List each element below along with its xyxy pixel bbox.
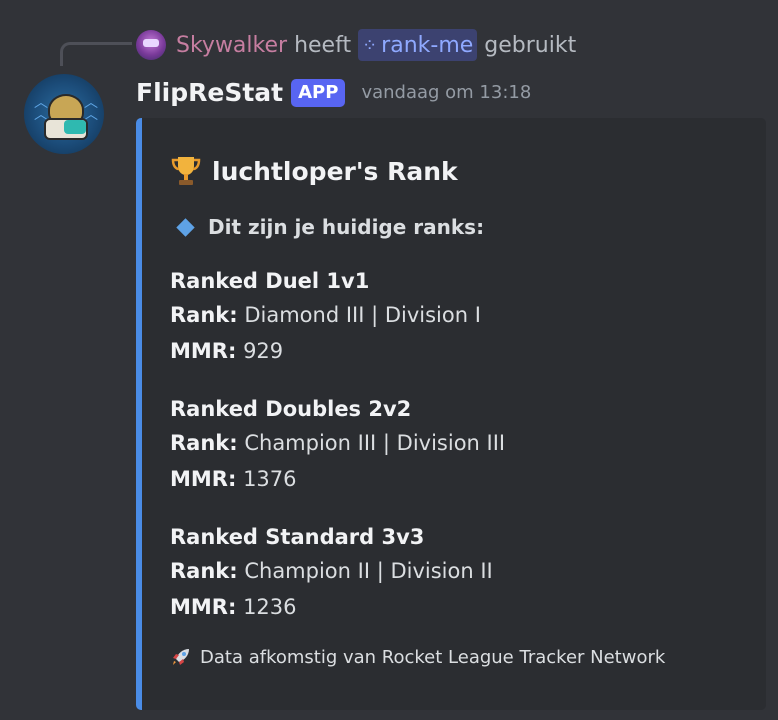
mmr-label: MMR: bbox=[170, 339, 237, 363]
mmr-line: MMR: 1376 bbox=[170, 461, 505, 497]
rank-label: Rank: bbox=[170, 559, 238, 583]
playlist-title: Ranked Doubles 2v2 bbox=[170, 397, 412, 421]
embed-subtitle-text: Dit zijn je huidige ranks: bbox=[208, 215, 485, 239]
playlist-title: Ranked Standard 3v3 bbox=[170, 525, 425, 549]
mmr-label: MMR: bbox=[170, 595, 237, 619]
invoker-username[interactable]: Skywalker bbox=[176, 33, 287, 58]
rank-line: Rank: Diamond III | Division I bbox=[170, 297, 481, 333]
command-name: rank-me bbox=[381, 32, 474, 58]
bot-avatar[interactable]: ︿ ︿ ︿ ︿ bbox=[24, 74, 104, 154]
playlist-title: Ranked Duel 1v1 bbox=[170, 269, 370, 293]
rank-section: Ranked Doubles 2v2 Rank: Champion III | … bbox=[170, 393, 505, 497]
reply-connector-line bbox=[60, 42, 132, 66]
discord-message: Skywalker heeft ⁘ rank-me gebruikt ︿ ︿ ︿… bbox=[0, 0, 778, 720]
embed-title: luchtloper's Rank bbox=[170, 154, 458, 188]
command-mention[interactable]: ⁘ rank-me bbox=[358, 29, 478, 61]
rank-value: Champion II | Division II bbox=[244, 559, 493, 583]
embed-footer: Data afkomstig van Rocket League Tracker… bbox=[170, 646, 665, 668]
message-timestamp[interactable]: vandaag om 13:18 bbox=[361, 82, 531, 103]
mmr-label: MMR: bbox=[170, 467, 237, 491]
rank-line: Rank: Champion III | Division III bbox=[170, 425, 505, 461]
invocation-suffix: gebruikt bbox=[484, 32, 577, 58]
mmr-line: MMR: 929 bbox=[170, 333, 481, 369]
command-invocation: Skywalker heeft ⁘ rank-me gebruikt bbox=[136, 28, 576, 62]
mmr-value: 1376 bbox=[243, 467, 297, 491]
rank-label: Rank: bbox=[170, 303, 238, 327]
mmr-value: 1236 bbox=[243, 595, 297, 619]
slash-command-icon: ⁘ bbox=[362, 34, 378, 56]
rank-line: Rank: Champion II | Division II bbox=[170, 553, 493, 589]
blue-diamond-icon bbox=[176, 217, 195, 237]
rank-value: Champion III | Division III bbox=[244, 431, 506, 455]
embed-title-text: luchtloper's Rank bbox=[212, 156, 458, 186]
rocket-icon bbox=[173, 649, 189, 665]
mmr-line: MMR: 1236 bbox=[170, 589, 493, 625]
bot-username[interactable]: FlipReStat bbox=[136, 78, 283, 107]
app-badge: APP bbox=[291, 78, 346, 107]
message-header: FlipReStat APP vandaag om 13:18 bbox=[136, 78, 531, 107]
rank-embed: luchtloper's Rank Dit zijn je huidige ra… bbox=[136, 118, 766, 710]
mmr-value: 929 bbox=[243, 339, 284, 363]
invoker-avatar[interactable] bbox=[136, 30, 166, 60]
trophy-icon bbox=[171, 157, 201, 185]
footer-text: Data afkomstig van Rocket League Tracker… bbox=[200, 646, 666, 668]
rank-label: Rank: bbox=[170, 431, 238, 455]
rank-section: Ranked Duel 1v1 Rank: Diamond III | Divi… bbox=[170, 265, 481, 369]
rank-value: Diamond III | Division I bbox=[244, 303, 481, 327]
invocation-verb: heeft bbox=[294, 32, 352, 58]
rank-section: Ranked Standard 3v3 Rank: Champion II | … bbox=[170, 521, 493, 625]
car-accent-illustration bbox=[64, 120, 86, 134]
embed-subtitle: Dit zijn je huidige ranks: bbox=[176, 215, 484, 239]
